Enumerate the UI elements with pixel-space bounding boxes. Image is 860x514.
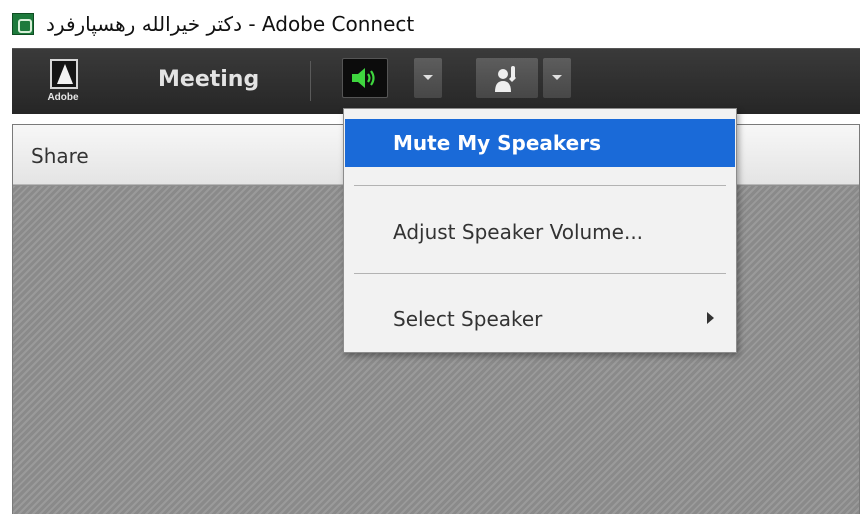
raise-hand-icon (495, 66, 516, 92)
window-title: دکتر خیرالله رهسپارفرد - Adobe Connect (46, 12, 415, 36)
meeting-menu[interactable]: Meeting (158, 67, 259, 92)
adobe-logo-text: Adobe (47, 92, 79, 103)
menu-separator (354, 273, 726, 274)
menu-item-label: Select Speaker (393, 307, 543, 331)
adobe-logo-icon (50, 59, 78, 89)
speaker-menu: Mute My Speakers Adjust Speaker Volume..… (343, 108, 737, 353)
menu-item-select-speaker[interactable]: Select Speaker (345, 289, 735, 349)
adobe-logo: Adobe (42, 59, 84, 105)
chevron-down-icon (552, 75, 562, 80)
chevron-down-icon (423, 75, 433, 80)
window-title-bar: دکتر خیرالله رهسپارفرد - Adobe Connect (0, 0, 860, 48)
speaker-button[interactable] (342, 58, 388, 98)
menu-item-adjust-speaker-volume[interactable]: Adjust Speaker Volume... (345, 203, 735, 261)
speaker-options-dropdown[interactable] (414, 58, 442, 98)
share-pod-title: Share (31, 144, 89, 168)
submenu-arrow-icon (707, 312, 714, 324)
speaker-icon (352, 68, 375, 88)
menu-item-label: Mute My Speakers (393, 131, 602, 155)
raise-hand-button[interactable] (476, 58, 538, 98)
raise-hand-options-dropdown[interactable] (543, 58, 571, 98)
menu-item-label: Adjust Speaker Volume... (393, 220, 644, 244)
menu-item-mute-my-speakers[interactable]: Mute My Speakers (345, 119, 735, 167)
main-toolbar: Adobe Meeting (12, 48, 860, 114)
menu-separator (354, 185, 726, 186)
toolbar-divider (310, 61, 311, 101)
adobe-connect-app-icon (12, 13, 34, 35)
